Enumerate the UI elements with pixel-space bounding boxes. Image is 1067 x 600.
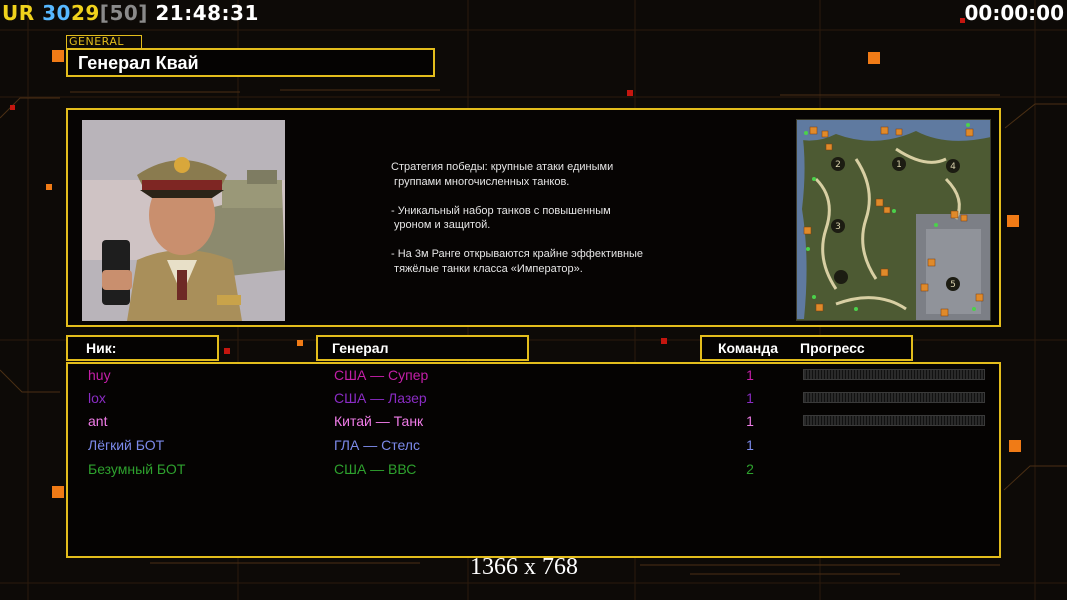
general-title-box: Генерал Квай bbox=[66, 48, 435, 77]
player-nick: huy bbox=[88, 367, 111, 383]
players-list: huy США — Супер 1 lox США — Лазер 1 ant … bbox=[66, 362, 1001, 558]
player-stats-hud: UR 3029[50] 21:48:31 bbox=[2, 1, 259, 25]
column-header-team-label: Команда bbox=[718, 340, 778, 356]
player-general: ГЛА — Стелс bbox=[334, 437, 420, 453]
minimap[interactable]: 2 1 4 3 5 bbox=[796, 119, 991, 321]
ur-label: UR bbox=[2, 1, 35, 25]
clock: 21:48:31 bbox=[155, 1, 259, 25]
player-nick: ant bbox=[88, 413, 108, 429]
resolution-label: 1366 x 768 bbox=[470, 554, 578, 580]
strategy-line: группами многочисленных танков. bbox=[391, 175, 570, 188]
stat-b: 29 bbox=[70, 1, 100, 25]
player-nick: Лёгкий БОТ bbox=[88, 437, 165, 453]
player-progress-bar bbox=[803, 392, 985, 403]
strategy-line: - На 3м Ранге открываются крайне эффекти… bbox=[391, 248, 644, 260]
strategy-line: тяжёлые танки класса «Император». bbox=[391, 262, 583, 275]
column-header-general-label: Генерал bbox=[332, 340, 389, 356]
player-general: США — Супер bbox=[334, 367, 429, 383]
start-position-label: 3 bbox=[835, 222, 841, 232]
player-row[interactable]: Безумный БОТ США — ВВС 2 bbox=[68, 458, 999, 480]
general-info-panel: Стратегия победы: крупные атаки едиными … bbox=[66, 108, 1001, 327]
player-team: 2 bbox=[746, 461, 754, 477]
general-tag: GENERAL bbox=[66, 35, 142, 49]
strategy-line: Стратегия победы: крупные атаки едиными bbox=[391, 161, 614, 173]
column-header-progress-label: Прогресс bbox=[800, 340, 865, 356]
player-nick: Безумный БОТ bbox=[88, 461, 186, 477]
general-portrait bbox=[82, 120, 285, 321]
player-row[interactable]: lox США — Лазер 1 bbox=[68, 387, 999, 409]
strategy-line bbox=[391, 189, 721, 204]
strategy-description: Стратегия победы: крупные атаки едиными … bbox=[391, 160, 721, 276]
strategy-line bbox=[391, 233, 721, 248]
stat-a: 30 bbox=[42, 1, 71, 25]
player-team: 1 bbox=[746, 413, 754, 429]
player-row[interactable]: Лёгкий БОТ ГЛА — Стелс 1 bbox=[68, 434, 999, 456]
strategy-line: уроном и защитой. bbox=[391, 219, 491, 231]
start-position-label: 2 bbox=[835, 160, 841, 170]
column-header-nick-label: Ник: bbox=[86, 340, 117, 356]
player-team: 1 bbox=[746, 437, 754, 453]
player-team: 1 bbox=[746, 390, 754, 406]
strategy-line: - Уникальный набор танков с повышенным bbox=[391, 204, 611, 217]
player-general: США — ВВС bbox=[334, 461, 417, 477]
player-general: США — Лазер bbox=[334, 390, 427, 406]
player-progress-bar bbox=[803, 415, 985, 426]
start-position-label: 1 bbox=[896, 160, 902, 170]
player-progress-bar bbox=[803, 369, 985, 380]
general-name: Генерал Квай bbox=[78, 53, 199, 73]
start-position-label: 4 bbox=[950, 162, 956, 172]
match-timer: 00:00:00 bbox=[964, 1, 1065, 25]
column-header-nick[interactable]: Ник: bbox=[66, 335, 219, 361]
column-header-general[interactable]: Генерал bbox=[316, 335, 529, 361]
player-nick: lox bbox=[88, 390, 106, 406]
stat-c: [50] bbox=[99, 1, 148, 25]
column-header-team-progress[interactable]: Команда Прогресс bbox=[700, 335, 913, 361]
player-team: 1 bbox=[746, 367, 754, 383]
start-position-label: 5 bbox=[950, 280, 956, 290]
player-row[interactable]: huy США — Супер 1 bbox=[68, 364, 999, 386]
player-general: Китай — Танк bbox=[334, 413, 424, 429]
player-row[interactable]: ant Китай — Танк 1 bbox=[68, 410, 999, 432]
